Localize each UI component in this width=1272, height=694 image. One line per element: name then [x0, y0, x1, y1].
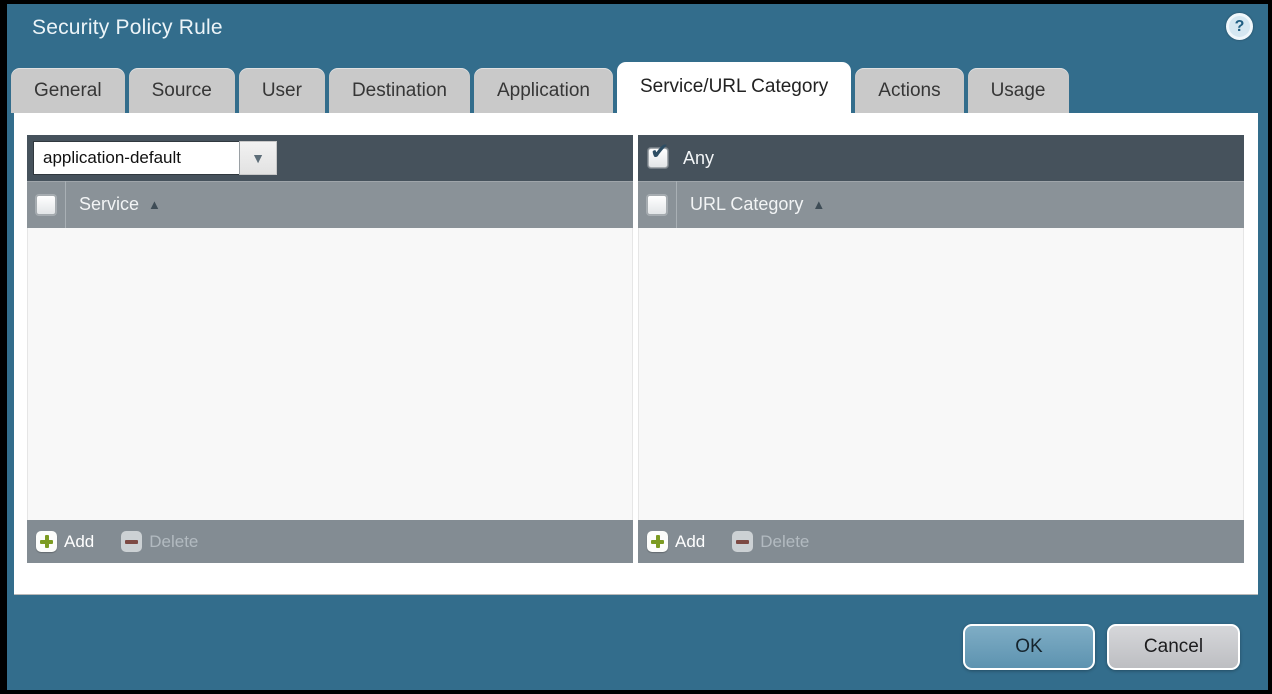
add-button-label: Add [64, 532, 94, 552]
tab-content: ▼ Service ▲ Add Delete [14, 113, 1258, 595]
url-category-column-label[interactable]: URL Category [690, 194, 803, 215]
tab-general[interactable]: General [11, 68, 125, 113]
ok-button[interactable]: OK [963, 624, 1095, 670]
service-type-dropdown-button[interactable]: ▼ [239, 141, 277, 175]
sort-ascending-icon[interactable]: ▲ [812, 197, 825, 212]
tab-service-url-category[interactable]: Service/URL Category [617, 62, 851, 117]
add-plus-icon [36, 531, 57, 552]
delete-button-label: Delete [760, 532, 809, 552]
service-type-combo: ▼ [33, 141, 277, 175]
url-category-delete-button[interactable]: Delete [732, 531, 809, 552]
service-select-all-checkbox[interactable] [36, 195, 56, 215]
url-category-add-button[interactable]: Add [647, 531, 705, 552]
tab-application[interactable]: Application [474, 68, 613, 113]
url-category-select-all-cell [638, 181, 677, 228]
url-category-panel: ✔ Any URL Category ▲ Add [638, 135, 1244, 563]
url-category-column-header: URL Category ▲ [638, 181, 1244, 228]
service-delete-button[interactable]: Delete [121, 531, 198, 552]
tab-source[interactable]: Source [129, 68, 235, 113]
help-icon[interactable]: ? [1226, 13, 1253, 40]
dialog-title: Security Policy Rule [32, 16, 223, 40]
delete-minus-icon [732, 531, 753, 552]
any-checkbox[interactable]: ✔ [648, 148, 668, 168]
service-footer: Add Delete [27, 520, 633, 563]
sort-ascending-icon[interactable]: ▲ [148, 197, 161, 212]
service-list-body[interactable] [27, 228, 633, 520]
tab-actions[interactable]: Actions [855, 68, 963, 113]
service-type-input[interactable] [33, 141, 239, 175]
tab-user[interactable]: User [239, 68, 325, 113]
add-button-label: Add [675, 532, 705, 552]
url-category-select-all-checkbox[interactable] [647, 195, 667, 215]
any-row: ✔ Any [644, 148, 714, 169]
chevron-down-icon: ▼ [251, 150, 265, 166]
delete-button-label: Delete [149, 532, 198, 552]
tab-destination[interactable]: Destination [329, 68, 470, 113]
any-checkbox-label: Any [683, 148, 714, 169]
cancel-button[interactable]: Cancel [1107, 624, 1240, 670]
service-toolbar: ▼ [27, 135, 633, 181]
service-panel: ▼ Service ▲ Add Delete [27, 135, 633, 563]
service-add-button[interactable]: Add [36, 531, 94, 552]
url-category-list-body[interactable] [638, 228, 1244, 520]
tab-bar: General Source User Destination Applicat… [11, 62, 1069, 113]
url-category-toolbar: ✔ Any [638, 135, 1244, 181]
service-column-header: Service ▲ [27, 181, 633, 228]
tab-usage[interactable]: Usage [968, 68, 1069, 113]
add-plus-icon [647, 531, 668, 552]
service-select-all-cell [27, 181, 66, 228]
url-category-footer: Add Delete [638, 520, 1244, 563]
delete-minus-icon [121, 531, 142, 552]
service-column-label[interactable]: Service [79, 194, 139, 215]
check-icon: ✔ [650, 140, 669, 163]
